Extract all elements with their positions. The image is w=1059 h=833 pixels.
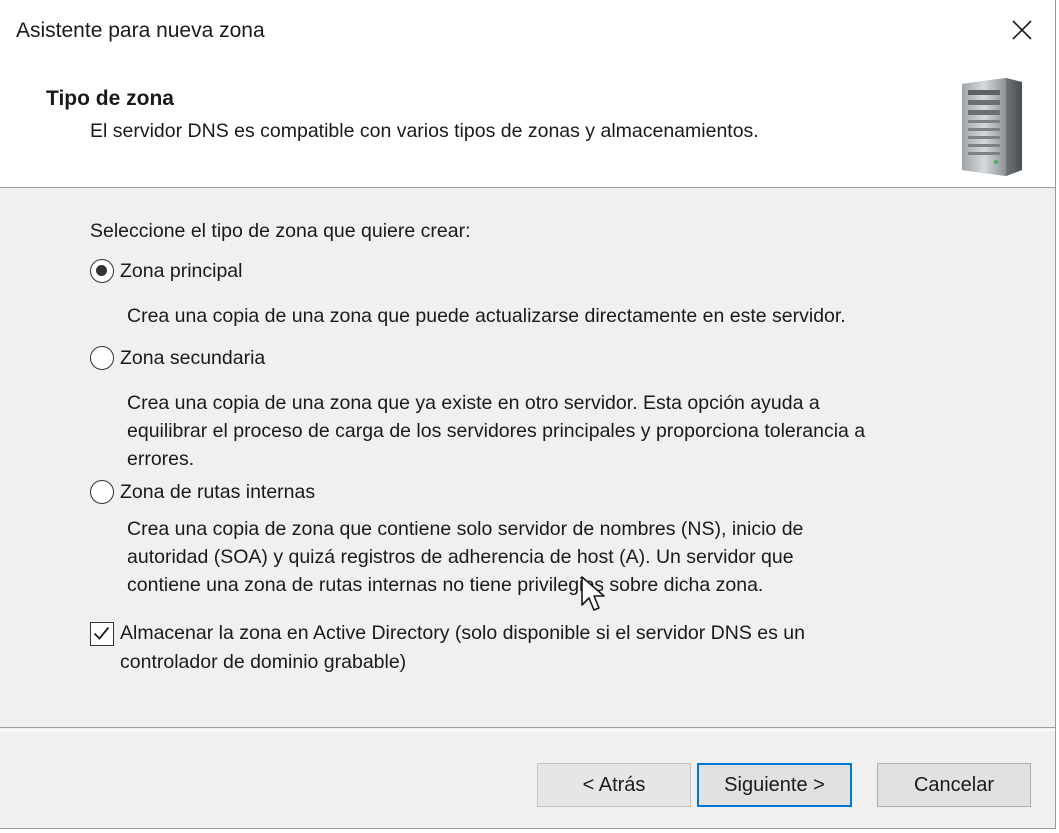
checkbox-label: Almacenar la zona en Active Directory (s… <box>120 622 805 673</box>
radio-zona-rutas-internas[interactable]: Zona de rutas internas <box>90 480 315 504</box>
window-title: Asistente para nueva zona <box>16 19 265 42</box>
store-in-ad-checkbox-row[interactable]: Almacenar la zona en Active Directory (s… <box>90 619 805 677</box>
option-description: Crea una copia de una zona que puede act… <box>127 305 846 327</box>
title-bar: Asistente para nueva zona <box>0 0 1055 62</box>
checkmark-icon <box>93 626 110 640</box>
page-title: Tipo de zona <box>46 87 174 110</box>
mouse-cursor <box>581 576 605 611</box>
store-in-ad-checkbox[interactable] <box>90 622 114 646</box>
footer-divider <box>0 727 1055 731</box>
wizard-content: Seleccione el tipo de zona que quiere cr… <box>0 188 1055 728</box>
radio-button[interactable] <box>90 480 114 504</box>
option-label: Zona de rutas internas <box>120 480 316 503</box>
close-button[interactable] <box>989 0 1055 60</box>
radio-button-selected[interactable] <box>90 259 114 283</box>
option-description: Crea una copia de zona que contiene solo… <box>127 518 804 596</box>
new-zone-wizard-dialog: Asistente para nueva zona Tipo de zona E… <box>0 0 1056 829</box>
back-button[interactable]: < Atrás <box>537 763 691 807</box>
cancel-button[interactable]: Cancelar <box>877 763 1031 807</box>
radio-zona-principal[interactable]: Zona principal <box>90 259 242 283</box>
option-label: Zona secundaria <box>120 346 266 369</box>
option-label: Zona principal <box>120 259 243 282</box>
option-description: Crea una copia de una zona que ya existe… <box>127 392 866 470</box>
radio-zona-secundaria[interactable]: Zona secundaria <box>90 346 265 370</box>
server-icon <box>962 78 1022 176</box>
zone-type-prompt: Seleccione el tipo de zona que quiere cr… <box>90 220 471 242</box>
close-icon <box>1012 20 1032 40</box>
page-subtitle: El servidor DNS es compatible con varios… <box>90 120 759 142</box>
radio-button[interactable] <box>90 346 114 370</box>
next-button[interactable]: Siguiente > <box>697 763 852 807</box>
wizard-header: Tipo de zona El servidor DNS es compatib… <box>0 62 1055 188</box>
